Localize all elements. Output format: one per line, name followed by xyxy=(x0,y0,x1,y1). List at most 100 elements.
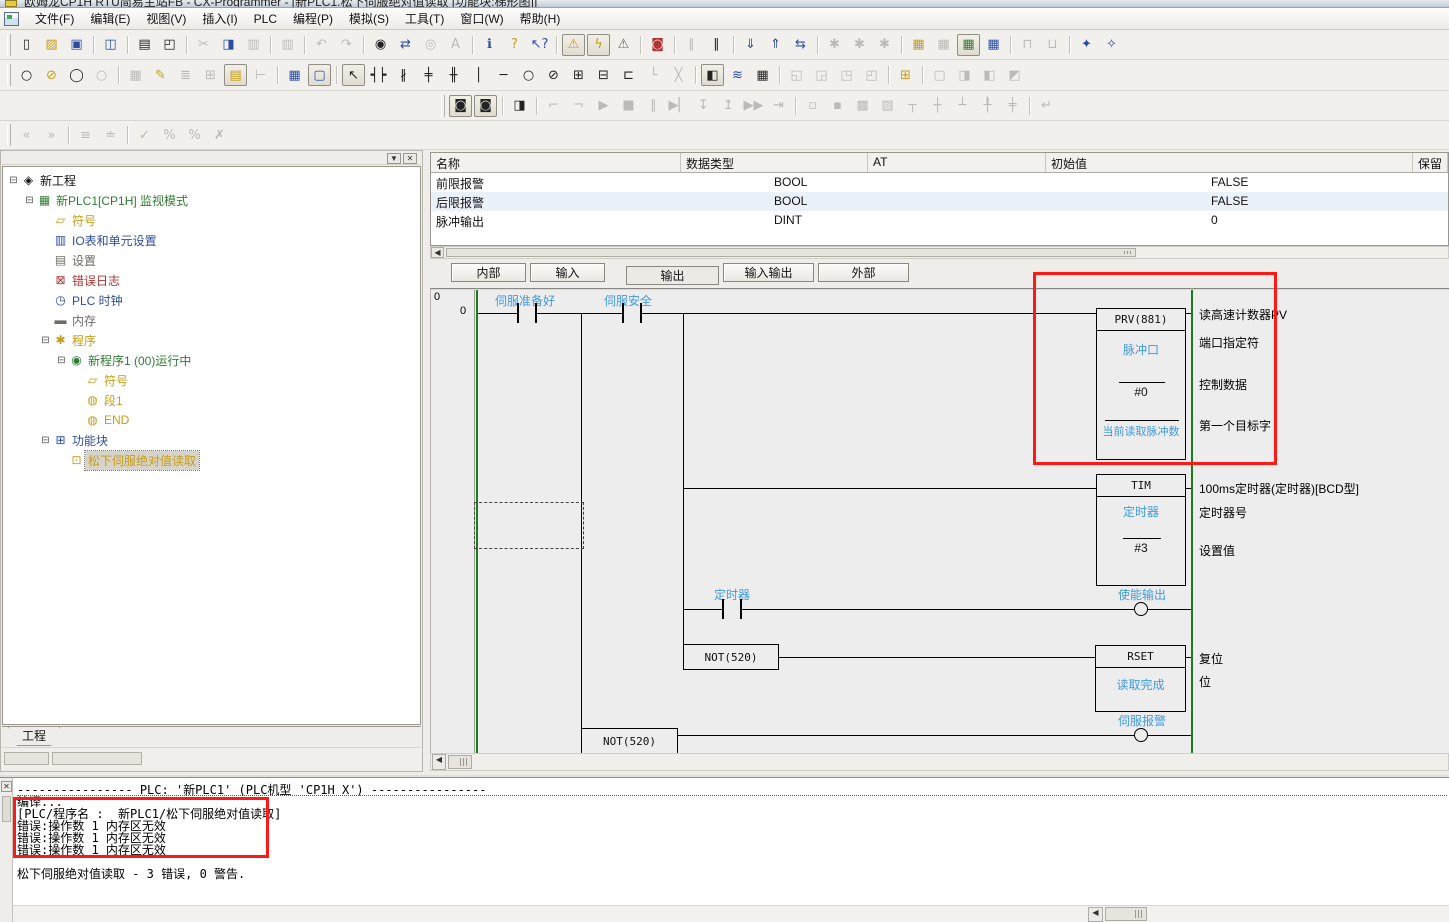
tree-item-function-blocks[interactable]: ⊟ ⊞ 功能块 xyxy=(3,430,420,450)
tab-input-output[interactable]: 输入输出 xyxy=(723,263,814,282)
toggle-bit-icon[interactable]: ◳ xyxy=(835,64,858,86)
instruction-box-icon[interactable]: ⊞ xyxy=(567,64,590,86)
fb-invocation-icon[interactable]: ⊏ xyxy=(617,64,640,86)
coil-nc-icon[interactable]: ⊘ xyxy=(542,64,565,86)
time-chart-icon[interactable]: ⊔ xyxy=(1041,34,1064,56)
watch-sheet-icon[interactable]: ◧ xyxy=(978,64,1001,86)
zoom-in-icon[interactable]: ◯ xyxy=(65,64,88,86)
menu-insert[interactable]: 插入(I) xyxy=(194,7,245,30)
connect-line-icon[interactable]: └ xyxy=(642,64,665,86)
symbol-browser-icon[interactable]: ⊢ xyxy=(249,64,272,86)
force-on-icon[interactable]: ✱ xyxy=(823,34,846,56)
menu-plc[interactable]: PLC xyxy=(246,9,285,29)
carriage-return-icon[interactable]: ↵ xyxy=(1035,95,1058,117)
online-simulator-icon[interactable]: ◙ xyxy=(646,34,669,56)
help-icon[interactable]: ? xyxy=(503,34,526,56)
refresh-view-icon[interactable]: ◰ xyxy=(860,64,883,86)
window-stack-icon[interactable]: ≋ xyxy=(726,64,749,86)
breakpoint-clear-icon[interactable]: ▪ xyxy=(826,95,849,117)
compile-program-icon[interactable]: ⚠ xyxy=(562,34,585,56)
io-set-icon[interactable]: ┬ xyxy=(901,95,924,117)
tree-item-fb-panasonic-servo-abs-read[interactable]: ⊡ 松下伺服绝对值读取 xyxy=(3,450,420,470)
copy-icon[interactable]: ◨ xyxy=(217,34,240,56)
tree-item-programs[interactable]: ⊟ ✱ 程序 xyxy=(3,330,420,350)
tree-item-program1-symbols[interactable]: ▱ 符号 xyxy=(3,370,420,390)
indent-left-icon[interactable]: « xyxy=(15,124,38,146)
scroll-left-button[interactable]: ◀ xyxy=(431,247,444,258)
zoom-fit-icon[interactable]: ○ xyxy=(90,64,113,86)
tree-item-settings[interactable]: ▤ 设置 xyxy=(3,250,420,270)
replace-in-project-icon[interactable]: ◎ xyxy=(419,34,442,56)
sim-step-run-icon[interactable]: ▶▏ xyxy=(667,95,690,117)
tree-item-plc1[interactable]: ⊟ ▦ 新PLC1[CP1H] 监视模式 xyxy=(3,190,420,210)
panel-dropdown-button[interactable]: ▼ xyxy=(387,153,401,164)
erase-line-icon[interactable]: ╳ xyxy=(667,64,690,86)
monitor-mode-icon[interactable]: ▦ xyxy=(957,34,980,56)
io-release-icon[interactable]: ╀ xyxy=(976,95,999,117)
pause-monitor-icon[interactable]: ∥ xyxy=(680,34,703,56)
online-edit-icon[interactable]: ⌐ xyxy=(542,95,565,117)
coil-servo-alarm[interactable] xyxy=(1134,728,1148,742)
grid-icon[interactable]: ▦ xyxy=(124,64,147,86)
zoom-custom-icon[interactable]: ⊘ xyxy=(40,64,63,86)
page-setup-icon[interactable]: ◫ xyxy=(99,34,122,56)
print-icon[interactable]: ▤ xyxy=(133,34,156,56)
coil-icon[interactable]: ○ xyxy=(517,64,540,86)
window-menu-icon[interactable] xyxy=(4,12,19,26)
tab-input[interactable]: 输入 xyxy=(530,263,605,282)
symbol-table-scrollbar[interactable]: ◀ xyxy=(430,246,1449,259)
undo-icon[interactable]: ↶ xyxy=(310,34,333,56)
percent-down-icon[interactable]: % xyxy=(183,124,206,146)
symbol-row-pulse-output[interactable]: 脉冲输出 DINT 0 xyxy=(431,211,1448,230)
cross-reference-icon[interactable]: ▢ xyxy=(928,64,951,86)
context-help-icon[interactable]: ↖? xyxy=(528,34,551,56)
symbol-display-icon[interactable]: ▤ xyxy=(224,64,247,86)
scrollbar-thumb[interactable] xyxy=(4,752,49,765)
print-preview-icon[interactable]: ◰ xyxy=(158,34,181,56)
open-project-icon[interactable]: ▨ xyxy=(40,34,63,56)
tree-item-new-project[interactable]: ⊟ ◈ 新工程 xyxy=(3,170,420,190)
force-cancel-icon[interactable]: ✱ xyxy=(873,34,896,56)
pulse-trace-icon[interactable]: ⊓ xyxy=(1016,34,1039,56)
col-at[interactable]: AT xyxy=(868,153,1046,172)
close-icon[interactable]: ✕ xyxy=(1,781,12,792)
ladder-editor[interactable]: 0 0 伺服准备好 伺服安全 PRV(881) 脉冲口 #0 当前读取脉冲数 读… xyxy=(430,288,1449,753)
menu-view[interactable]: 视图(V) xyxy=(138,7,194,30)
horizontal-line-icon[interactable]: ─ xyxy=(492,64,515,86)
chart-view-icon[interactable]: ◙ xyxy=(474,95,497,117)
watch-window-2-icon[interactable]: ▦ xyxy=(932,34,955,56)
tab-external[interactable]: 外部 xyxy=(818,263,909,282)
ladder-scrollbar[interactable]: ◀ xyxy=(430,753,1449,771)
not-instruction-block[interactable]: NOT(520) xyxy=(683,644,779,670)
tree-item-memory[interactable]: ▬ 内存 xyxy=(3,310,420,330)
not-instruction-block[interactable]: NOT(520) xyxy=(581,728,678,753)
io-reset-icon[interactable]: ┼ xyxy=(926,95,949,117)
save-project-icon[interactable]: ▣ xyxy=(65,34,88,56)
output-scrollbar[interactable]: ◀ xyxy=(13,905,1449,922)
section-view-icon[interactable]: ◧ xyxy=(701,64,724,86)
scroll-left-button[interactable]: ◀ xyxy=(432,754,446,770)
io-hold-icon[interactable]: ┴ xyxy=(951,95,974,117)
cut-icon[interactable]: ✂ xyxy=(192,34,215,56)
output-window-icon[interactable]: ◨ xyxy=(953,64,976,86)
tree-expander-icon[interactable]: ⊟ xyxy=(7,175,20,186)
rset-instruction-block[interactable]: RSET 读取完成 xyxy=(1095,645,1186,712)
sim-stop-icon[interactable]: ■ xyxy=(617,95,640,117)
step-in-icon[interactable]: ↧ xyxy=(692,95,715,117)
clear-value-icon[interactable]: ◲ xyxy=(810,64,833,86)
contact-no-icon[interactable]: ┥┝ xyxy=(367,64,390,86)
percent-up-icon[interactable]: % xyxy=(158,124,181,146)
new-document-icon[interactable]: ▯ xyxy=(15,34,38,56)
update-display-icon[interactable]: ╪ xyxy=(1001,95,1024,117)
download-to-plc-icon[interactable]: ⇓ xyxy=(739,34,762,56)
tab-internal[interactable]: 内部 xyxy=(451,263,526,282)
tree-item-symbols[interactable]: ▱ 符号 xyxy=(3,210,420,230)
find-replace-icon[interactable]: ⇄ xyxy=(394,34,417,56)
menu-tools[interactable]: 工具(T) xyxy=(397,7,452,30)
tree-item-section1[interactable]: ◍ 段1 xyxy=(3,390,420,410)
protect-release-icon[interactable]: ✧ xyxy=(1100,34,1123,56)
rung-comment-list-icon[interactable]: ≣ xyxy=(174,64,197,86)
paste-icon[interactable]: ▥ xyxy=(242,34,265,56)
contact-nc-icon[interactable]: ∦ xyxy=(392,64,415,86)
find-icon[interactable]: ◉ xyxy=(369,34,392,56)
